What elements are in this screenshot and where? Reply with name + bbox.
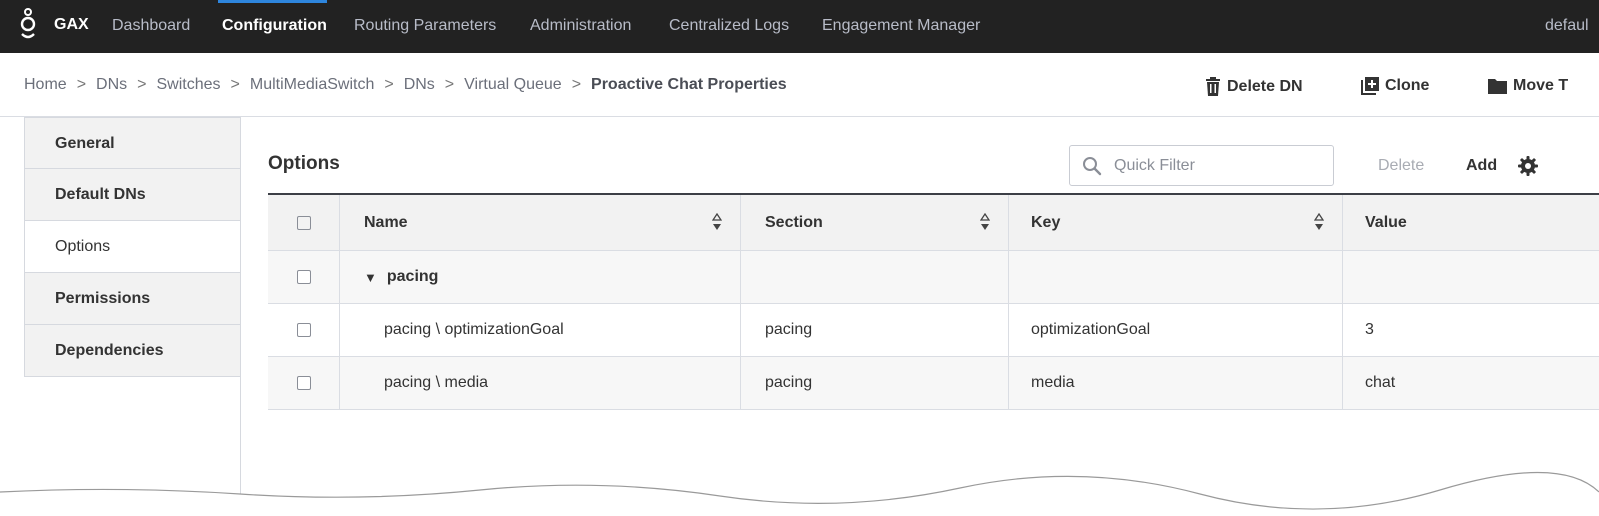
column-header-name[interactable]: Name [340, 195, 741, 250]
tab-options[interactable]: Options [24, 221, 241, 273]
clone-icon [1361, 77, 1379, 95]
user-menu[interactable]: defaul [1545, 17, 1589, 35]
option-key-cell: media [1009, 357, 1343, 409]
gear-icon[interactable] [1518, 156, 1538, 176]
option-key-cell: optimizationGoal [1009, 304, 1343, 356]
torn-edge-decoration [0, 471, 1599, 516]
breadcrumb-separator: > [571, 76, 582, 93]
add-option-button[interactable]: Add [1466, 157, 1497, 175]
row-checkbox-cell [268, 251, 340, 303]
breadcrumb-home[interactable]: Home [24, 76, 67, 93]
group-name-cell: ▼ pacing [340, 251, 741, 303]
clone-button[interactable]: Clone [1361, 77, 1429, 95]
row-checkbox-cell [268, 304, 340, 356]
header-checkbox-cell [268, 195, 340, 250]
option-name-cell: pacing \ media [340, 357, 741, 409]
option-section-cell: pacing [741, 357, 1009, 409]
tab-dependencies[interactable]: Dependencies [24, 325, 241, 377]
column-header-key-label: Key [1031, 213, 1061, 231]
object-tabs: General Default DNs Options Permissions … [24, 117, 241, 377]
trash-icon [1206, 77, 1220, 96]
row-checkbox[interactable] [296, 270, 311, 284]
breadcrumb-dns-2[interactable]: DNs [404, 76, 435, 93]
column-header-value-label: Value [1365, 213, 1407, 231]
breadcrumb-virtual-queue[interactable]: Virtual Queue [464, 76, 562, 93]
table-header-row: Name Section Key Value [268, 195, 1599, 251]
column-header-section-label: Section [765, 213, 823, 231]
row-checkbox[interactable] [296, 323, 311, 337]
option-name-cell: pacing \ optimizationGoal [340, 304, 741, 356]
tab-permissions[interactable]: Permissions [24, 273, 241, 325]
folder-icon [1488, 79, 1507, 94]
group-row-pacing[interactable]: ▼ pacing [268, 251, 1599, 304]
column-header-key[interactable]: Key [1009, 195, 1343, 250]
breadcrumb-dns[interactable]: DNs [96, 76, 127, 93]
delete-dn-button[interactable]: Delete DN [1205, 77, 1303, 96]
breadcrumb-separator: > [137, 76, 147, 93]
table-row[interactable]: pacing \ optimizationGoal pacing optimiz… [268, 304, 1599, 357]
breadcrumb-separator: > [444, 76, 455, 93]
breadcrumb-current: Proactive Chat Properties [591, 76, 787, 93]
tab-general[interactable]: General [24, 117, 241, 169]
table-row[interactable]: pacing \ media pacing media chat [268, 357, 1599, 410]
breadcrumb-separator: > [76, 76, 87, 93]
option-section-cell: pacing [741, 304, 1009, 356]
option-value-cell: chat [1365, 374, 1396, 391]
nav-centralized-logs[interactable]: Centralized Logs [669, 17, 789, 35]
empty-cell [1343, 251, 1599, 303]
row-checkbox[interactable] [296, 376, 311, 390]
option-value-cell: 3 [1365, 321, 1374, 338]
nav-dashboard[interactable]: Dashboard [112, 17, 190, 35]
empty-cell [1009, 251, 1343, 303]
options-title: Options [268, 153, 340, 174]
genesys-logo-icon[interactable] [14, 8, 42, 44]
collapse-caret-icon[interactable]: ▼ [364, 270, 377, 285]
breadcrumb-separator: > [230, 76, 240, 93]
column-header-section[interactable]: Section [741, 195, 1009, 250]
content-divider [240, 117, 241, 497]
row-checkbox-cell [268, 357, 340, 409]
nav-routing-parameters[interactable]: Routing Parameters [354, 17, 496, 35]
nav-engagement-manager[interactable]: Engagement Manager [822, 17, 980, 35]
app-name: GAX [54, 16, 89, 33]
move-label: Move T [1513, 77, 1569, 94]
sort-icon[interactable] [1314, 213, 1324, 231]
move-button[interactable]: Move T [1488, 77, 1568, 95]
nav-administration[interactable]: Administration [530, 17, 631, 35]
delete-option-button[interactable]: Delete [1378, 157, 1424, 175]
options-table: Name Section Key Value ▼ pacing pacing \… [268, 193, 1599, 410]
group-label: pacing [386, 268, 439, 285]
column-header-name-label: Name [364, 213, 408, 231]
sort-icon[interactable] [712, 213, 722, 231]
nav-configuration[interactable]: Configuration [222, 17, 327, 35]
empty-cell [741, 251, 1009, 303]
delete-dn-label: Delete DN [1227, 77, 1303, 95]
top-nav-bar: GAX Dashboard Configuration Routing Para… [0, 0, 1599, 53]
select-all-checkbox[interactable] [296, 215, 311, 230]
quick-filter[interactable] [1069, 145, 1334, 186]
tab-default-dns[interactable]: Default DNs [24, 169, 241, 221]
breadcrumb-multimediaswitch[interactable]: MultiMediaSwitch [250, 76, 374, 93]
sort-icon[interactable] [980, 213, 990, 231]
clone-label: Clone [1385, 77, 1430, 94]
breadcrumb-separator: > [384, 76, 394, 93]
column-header-value[interactable]: Value [1343, 195, 1599, 250]
nav-active-indicator [218, 0, 327, 3]
breadcrumb: Home > DNs > Switches > MultiMediaSwitch > DNs > V… [24, 76, 787, 94]
breadcrumb-switches[interactable]: Switches [156, 76, 220, 93]
search-icon [1083, 156, 1102, 175]
quick-filter-input[interactable] [1112, 155, 1316, 176]
